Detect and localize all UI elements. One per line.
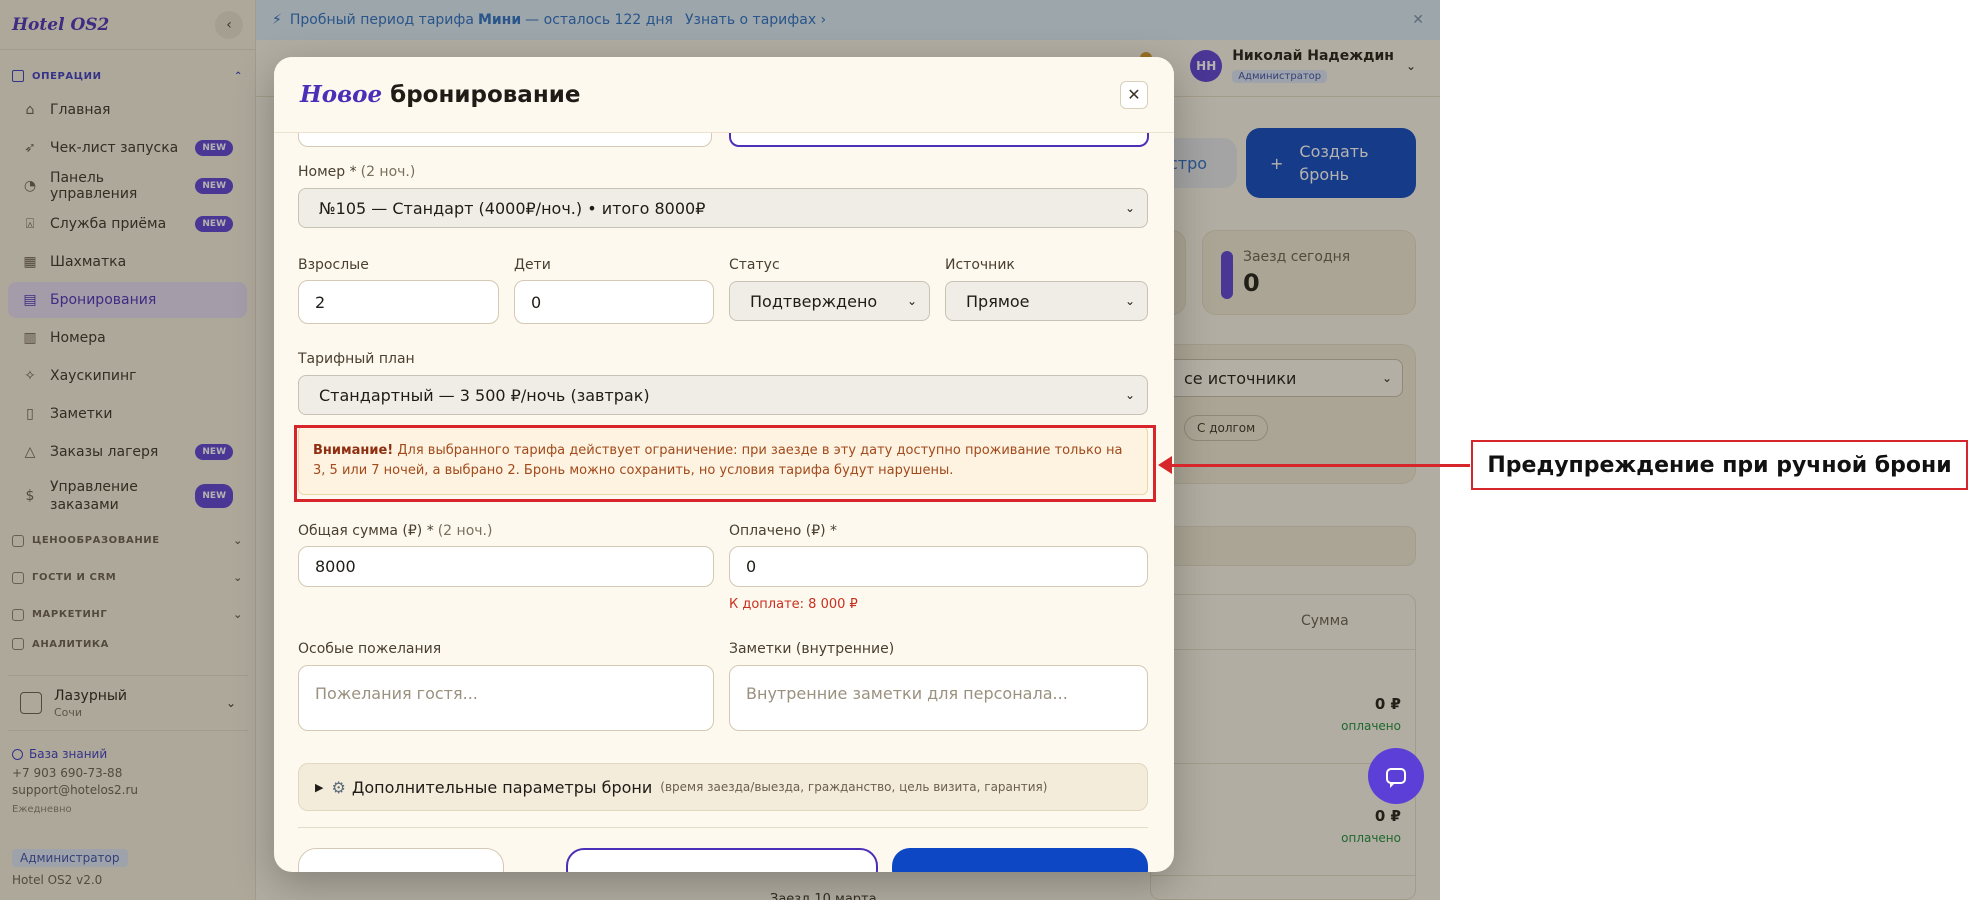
- save-draft-button[interactable]: [566, 848, 878, 872]
- modal-header: Новое бронирование ✕: [274, 57, 1174, 133]
- chevron-down-icon: ⌄: [1124, 294, 1135, 308]
- close-modal-button[interactable]: ✕: [1120, 80, 1148, 109]
- room-label-text: Номер *: [298, 164, 357, 180]
- annotation-arrow-icon: [1158, 456, 1172, 474]
- notes-label: Заметки (внутренние): [729, 641, 895, 657]
- total-label-text: Общая сумма (₽) *: [298, 523, 434, 539]
- children-input[interactable]: 0: [514, 280, 714, 324]
- annotation-highlight-box: [294, 425, 1156, 502]
- annotation-line: [1170, 464, 1470, 467]
- status-select-value: Подтверждено: [750, 291, 878, 311]
- rate-plan-label: Тарифный план: [298, 351, 415, 367]
- modal-title-rest: бронирование: [390, 82, 581, 108]
- room-label: Номер * (2 ноч.): [298, 164, 415, 180]
- rate-plan-select[interactable]: Стандартный — 3 500 ₽/ночь (завтрак) ⌄: [298, 375, 1148, 415]
- modal-title: Новое бронирование: [300, 81, 580, 108]
- chat-icon: [1386, 768, 1406, 788]
- chevron-down-icon: ⌄: [1124, 201, 1135, 215]
- chevron-down-icon: ⌄: [906, 294, 917, 308]
- status-label: Статус: [729, 257, 780, 273]
- cancel-button[interactable]: [298, 848, 504, 872]
- source-select-value: Прямое: [966, 291, 1030, 311]
- chevron-down-icon: ⌄: [1124, 388, 1135, 402]
- total-label: Общая сумма (₽) * (2 ноч.): [298, 523, 492, 539]
- save-booking-button[interactable]: [892, 848, 1148, 872]
- children-label: Дети: [514, 257, 551, 273]
- total-nights-hint: (2 ноч.): [437, 523, 493, 539]
- paid-label: Оплачено (₽) *: [729, 523, 838, 539]
- footer-divider: [298, 827, 1148, 828]
- adults-input[interactable]: 2: [298, 280, 499, 324]
- room-select[interactable]: №105 — Стандарт (4000₽/ноч.) • итого 800…: [298, 188, 1148, 228]
- source-select[interactable]: Прямое ⌄: [945, 281, 1148, 321]
- wishes-textarea[interactable]: Пожелания гостя...: [298, 665, 714, 731]
- status-select[interactable]: Подтверждено ⌄: [729, 281, 930, 321]
- modal-title-accent: Новое: [300, 81, 383, 108]
- app-window: Hotel OS2 ‹ ОПЕРАЦИИ ⌃ ⌂ Главная ➶ Чек-л…: [0, 0, 1440, 900]
- chat-button[interactable]: [1368, 748, 1424, 804]
- wishes-label: Особые пожелания: [298, 641, 442, 657]
- advanced-options-title: Дополнительные параметры брони: [351, 777, 653, 797]
- source-label: Источник: [945, 257, 1015, 273]
- total-amount-input[interactable]: 8000: [298, 546, 714, 587]
- room-select-value: №105 — Стандарт (4000₽/ноч.) • итого 800…: [319, 198, 706, 218]
- advanced-options-hint: (время заезда/выезда, гражданство, цель …: [660, 780, 1048, 794]
- annotation-label: Предупреждение при ручной брони: [1471, 440, 1968, 490]
- paid-amount-input[interactable]: 0: [729, 546, 1148, 587]
- gear-icon: ⚙: [331, 777, 346, 797]
- adults-label: Взрослые: [298, 257, 369, 273]
- internal-notes-textarea[interactable]: Внутренние заметки для персонала...: [729, 665, 1148, 731]
- amount-due: К доплате: 8 000 ₽: [729, 597, 858, 612]
- advanced-options-toggle[interactable]: ▶ ⚙ Дополнительные параметры брони (врем…: [298, 763, 1148, 811]
- guest-field[interactable]: [298, 133, 712, 147]
- rate-plan-value: Стандартный — 3 500 ₽/ночь (завтрак): [319, 385, 650, 405]
- triangle-right-icon: ▶: [315, 780, 324, 794]
- guest-field-focused[interactable]: [729, 133, 1149, 147]
- room-nights-hint: (2 ноч.): [360, 164, 416, 180]
- modal-body: Номер * (2 ноч.) №105 — Стандарт (4000₽/н…: [274, 133, 1174, 872]
